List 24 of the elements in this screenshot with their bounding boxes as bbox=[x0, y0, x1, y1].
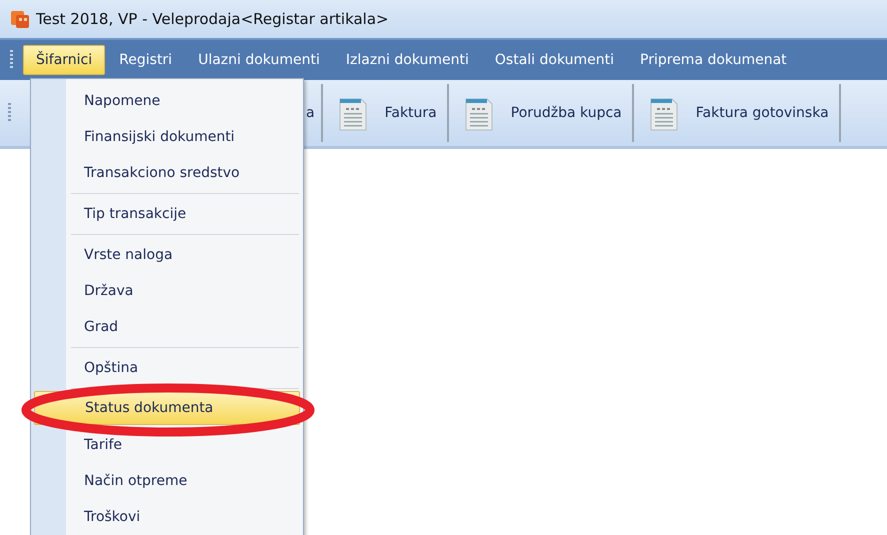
toolbar-button[interactable]: Porudžba kupca bbox=[448, 84, 634, 142]
menu-item[interactable]: Vrste naloga bbox=[34, 237, 300, 273]
window-title: Test 2018, VP - Veleprodaja<Registar artikala> bbox=[36, 10, 389, 28]
menu-item[interactable]: Ostali dokumenti bbox=[482, 46, 626, 74]
toolbar-button[interactable]: Faktura gotovinska bbox=[634, 84, 841, 142]
menu-item[interactable]: Priprema dokumenat bbox=[628, 46, 799, 74]
menu-item[interactable]: Grad bbox=[34, 309, 300, 345]
menu-item[interactable]: Napomene bbox=[34, 83, 300, 119]
menu-item[interactable]: Registri bbox=[107, 46, 184, 74]
grip-handle[interactable] bbox=[8, 103, 11, 123]
app-icon bbox=[10, 9, 30, 29]
menu-item[interactable]: Država bbox=[34, 273, 300, 309]
menu-item[interactable]: Transakciono sredstvo bbox=[34, 155, 300, 191]
menu-item[interactable]: Ulazni dokumenti bbox=[186, 46, 332, 74]
menu-item[interactable]: Troškovi bbox=[34, 499, 300, 535]
menu-item[interactable]: Šifarnici bbox=[23, 45, 106, 75]
menu-item[interactable]: Finansijski dokumenti bbox=[34, 119, 300, 155]
toolbar-button[interactable]: Faktura bbox=[322, 84, 449, 142]
menu-item[interactable]: Izlazni dokumenti bbox=[334, 46, 481, 74]
menu-item[interactable]: Tarife bbox=[34, 427, 300, 463]
menu-item[interactable]: Način otpreme bbox=[34, 463, 300, 499]
grip-handle[interactable] bbox=[10, 50, 13, 70]
menu-item[interactable]: Tip transakcije bbox=[34, 196, 300, 232]
menu-item[interactable]: Opština bbox=[34, 350, 300, 386]
